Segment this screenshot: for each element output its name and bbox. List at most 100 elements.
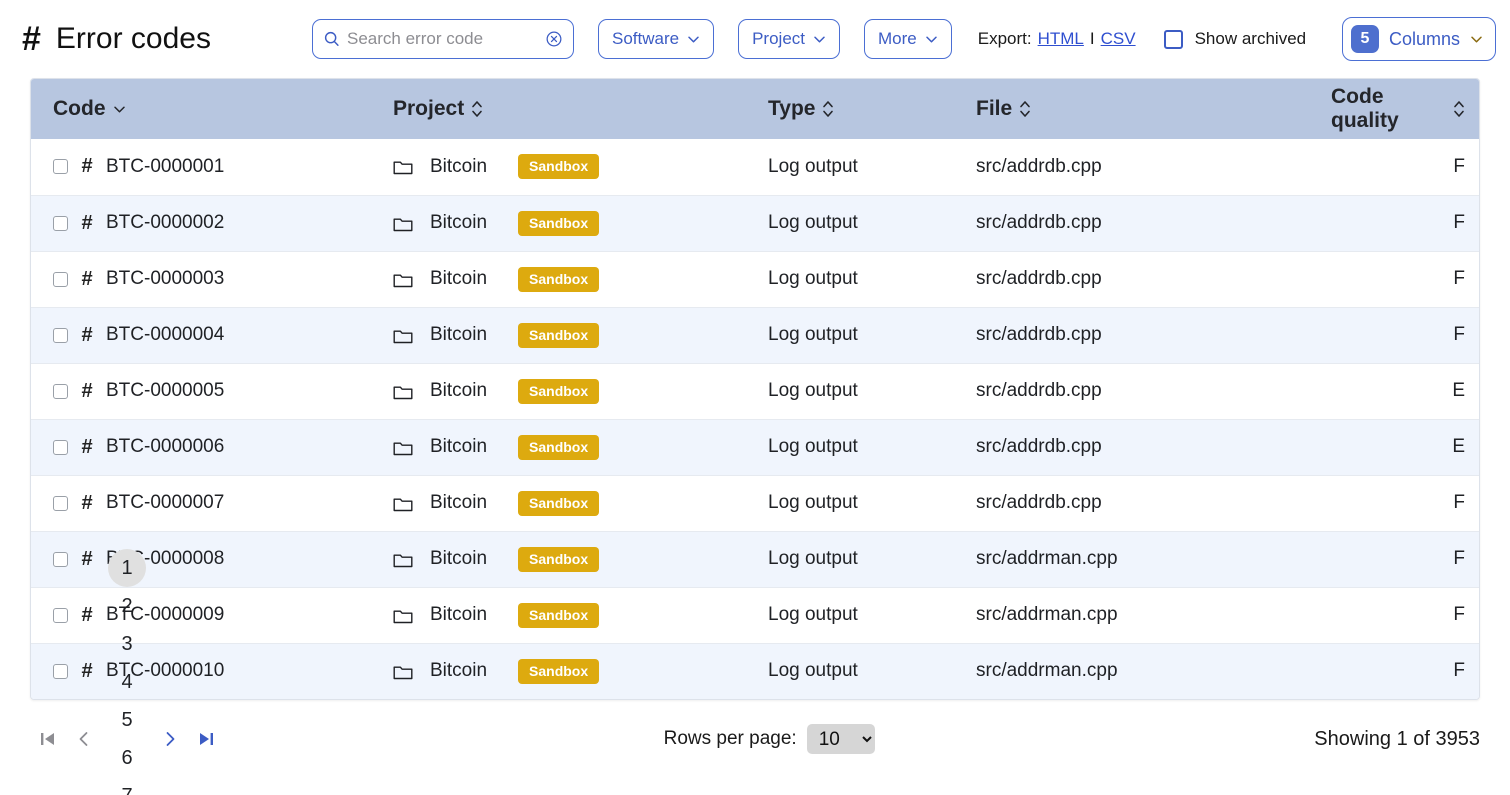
first-page-icon[interactable] (30, 721, 66, 757)
table-row[interactable]: # BTC-0000005 Bitcoin Sandbox Log output src/… (31, 363, 1479, 419)
export-html-link[interactable]: HTML (1038, 29, 1084, 49)
table-header-row: Code Project Type File Code quality (31, 79, 1479, 139)
status-badge: Sandbox (518, 210, 600, 236)
cell-file: src/addrdb.cpp (976, 155, 1102, 177)
row-select-checkbox[interactable] (53, 439, 68, 455)
hash-icon: # (81, 491, 93, 514)
page-number-button[interactable]: 7 (108, 777, 146, 795)
cell-code-quality: F (1453, 155, 1465, 177)
cell-file: src/addrdb.cpp (976, 324, 1102, 345)
column-header-file[interactable]: File (976, 79, 1331, 139)
table-row[interactable]: # BTC-0000008 Bitcoin Sandbox Log output src/… (31, 531, 1479, 587)
page-number-button[interactable]: 5 (108, 701, 146, 739)
page-number-button[interactable]: 3 (108, 625, 146, 663)
cell-code: # BTC-0000002 (31, 195, 393, 251)
cell-file: src/addrman.cpp (976, 548, 1118, 569)
project-value: Bitcoin (430, 660, 488, 682)
table-row[interactable]: # BTC-0000010 Bitcoin Sandbox Log output src/… (31, 643, 1479, 699)
project-value: Bitcoin (430, 212, 488, 233)
folder-icon (393, 386, 413, 399)
cell-project: Bitcoin Sandbox (393, 587, 768, 643)
next-page-icon[interactable] (152, 721, 188, 757)
table-row[interactable]: # BTC-0000004 Bitcoin Sandbox Log output src/… (31, 307, 1479, 363)
table-row[interactable]: # BTC-0000009 Bitcoin Sandbox Log output src/… (31, 587, 1479, 643)
cell-file: src/addrman.cpp (976, 660, 1118, 682)
error-codes-table: Code Project Type File Code quality # BT… (30, 78, 1480, 700)
cell-type: Log output (768, 324, 858, 345)
clear-circle-icon[interactable] (545, 30, 563, 48)
cell-code-quality: F (1453, 548, 1465, 569)
row-select-checkbox[interactable] (53, 327, 68, 343)
search-input[interactable]: Search error code (312, 19, 574, 59)
cell-project: Bitcoin Sandbox (393, 363, 768, 419)
cell-type: Log output (768, 380, 858, 401)
folder-icon (393, 666, 413, 679)
cell-project: Bitcoin Sandbox (393, 643, 768, 699)
project-filter-button[interactable]: Project (738, 19, 841, 59)
export-csv-link[interactable]: CSV (1101, 29, 1136, 49)
row-select-checkbox[interactable] (53, 383, 68, 399)
software-filter-button[interactable]: Software (598, 19, 715, 59)
table-body: # BTC-0000001 Bitcoin Sandbox Log output src/… (31, 139, 1479, 699)
cell-code: # BTC-0000007 (31, 475, 393, 531)
hash-icon: # (81, 155, 93, 178)
column-header-code-label: Code (53, 97, 106, 120)
cell-code-quality: F (1453, 660, 1465, 682)
project-value: Bitcoin (430, 548, 488, 569)
project-value: Bitcoin (430, 492, 488, 513)
chevron-down-icon (1471, 35, 1482, 43)
status-badge: Sandbox (518, 602, 600, 628)
table-row[interactable]: # BTC-0000007 Bitcoin Sandbox Log output src/… (31, 475, 1479, 531)
page-number-button[interactable]: 2 (108, 587, 146, 625)
folder-icon (393, 161, 413, 175)
status-badge: Sandbox (518, 322, 600, 348)
column-header-code-quality[interactable]: Code quality (1331, 79, 1479, 139)
hash-icon: # (81, 379, 93, 402)
last-page-icon[interactable] (188, 721, 224, 757)
cell-file: src/addrdb.cpp (976, 492, 1102, 513)
table-row[interactable]: # BTC-0000003 Bitcoin Sandbox Log output src/… (31, 251, 1479, 307)
project-value: Bitcoin (430, 155, 488, 177)
cell-code-quality: F (1453, 604, 1465, 625)
row-select-checkbox[interactable] (53, 159, 68, 175)
page-number-button[interactable]: 4 (108, 663, 146, 701)
cell-project: Bitcoin Sandbox (393, 531, 768, 587)
cell-file: src/addrman.cpp (976, 604, 1118, 625)
code-value: BTC-0000006 (106, 436, 225, 457)
table-row[interactable]: # BTC-0000001 Bitcoin Sandbox Log output src/… (31, 139, 1479, 195)
show-archived-toggle[interactable]: Show archived (1163, 29, 1306, 49)
page-number-button[interactable]: 1 (108, 549, 146, 587)
cell-type: Log output (768, 268, 858, 289)
rows-per-page-select[interactable]: 102550100 (806, 724, 875, 754)
table-row[interactable]: # BTC-0000002 Bitcoin Sandbox Log output src/… (31, 195, 1479, 251)
columns-button[interactable]: 5 Columns (1341, 17, 1496, 61)
row-select-checkbox[interactable] (53, 495, 68, 511)
software-filter-label: Software (612, 29, 680, 48)
code-value: BTC-0000005 (106, 380, 225, 401)
showing-count: Showing 1 of 3953 (1314, 727, 1480, 750)
code-value: BTC-0000002 (106, 212, 225, 233)
sort-updown-icon (1020, 101, 1030, 117)
cell-type: Log output (768, 155, 858, 177)
cell-type: Log output (768, 548, 858, 569)
project-value: Bitcoin (430, 268, 488, 289)
show-archived-checkbox[interactable] (1163, 29, 1183, 49)
row-select-checkbox[interactable] (53, 215, 68, 231)
cell-code: # BTC-0000003 (31, 251, 393, 307)
status-badge: Sandbox (518, 490, 600, 516)
cell-project: Bitcoin Sandbox (393, 307, 768, 363)
search-icon (324, 31, 339, 46)
column-header-code[interactable]: Code (31, 79, 393, 139)
page-number-button[interactable]: 6 (108, 739, 146, 777)
row-select-checkbox[interactable] (53, 271, 68, 287)
status-badge: Sandbox (518, 378, 600, 404)
prev-page-icon[interactable] (66, 721, 102, 757)
cell-code: # BTC-0000004 (31, 307, 393, 363)
export-group: Export: HTML I CSV (978, 29, 1136, 49)
table-row[interactable]: # BTC-0000006 Bitcoin Sandbox Log output src/… (31, 419, 1479, 475)
column-header-project[interactable]: Project (393, 79, 768, 139)
project-value: Bitcoin (430, 436, 488, 457)
column-header-type[interactable]: Type (768, 79, 976, 139)
more-filter-button[interactable]: More (864, 19, 952, 59)
cell-code-quality: E (1452, 436, 1465, 457)
